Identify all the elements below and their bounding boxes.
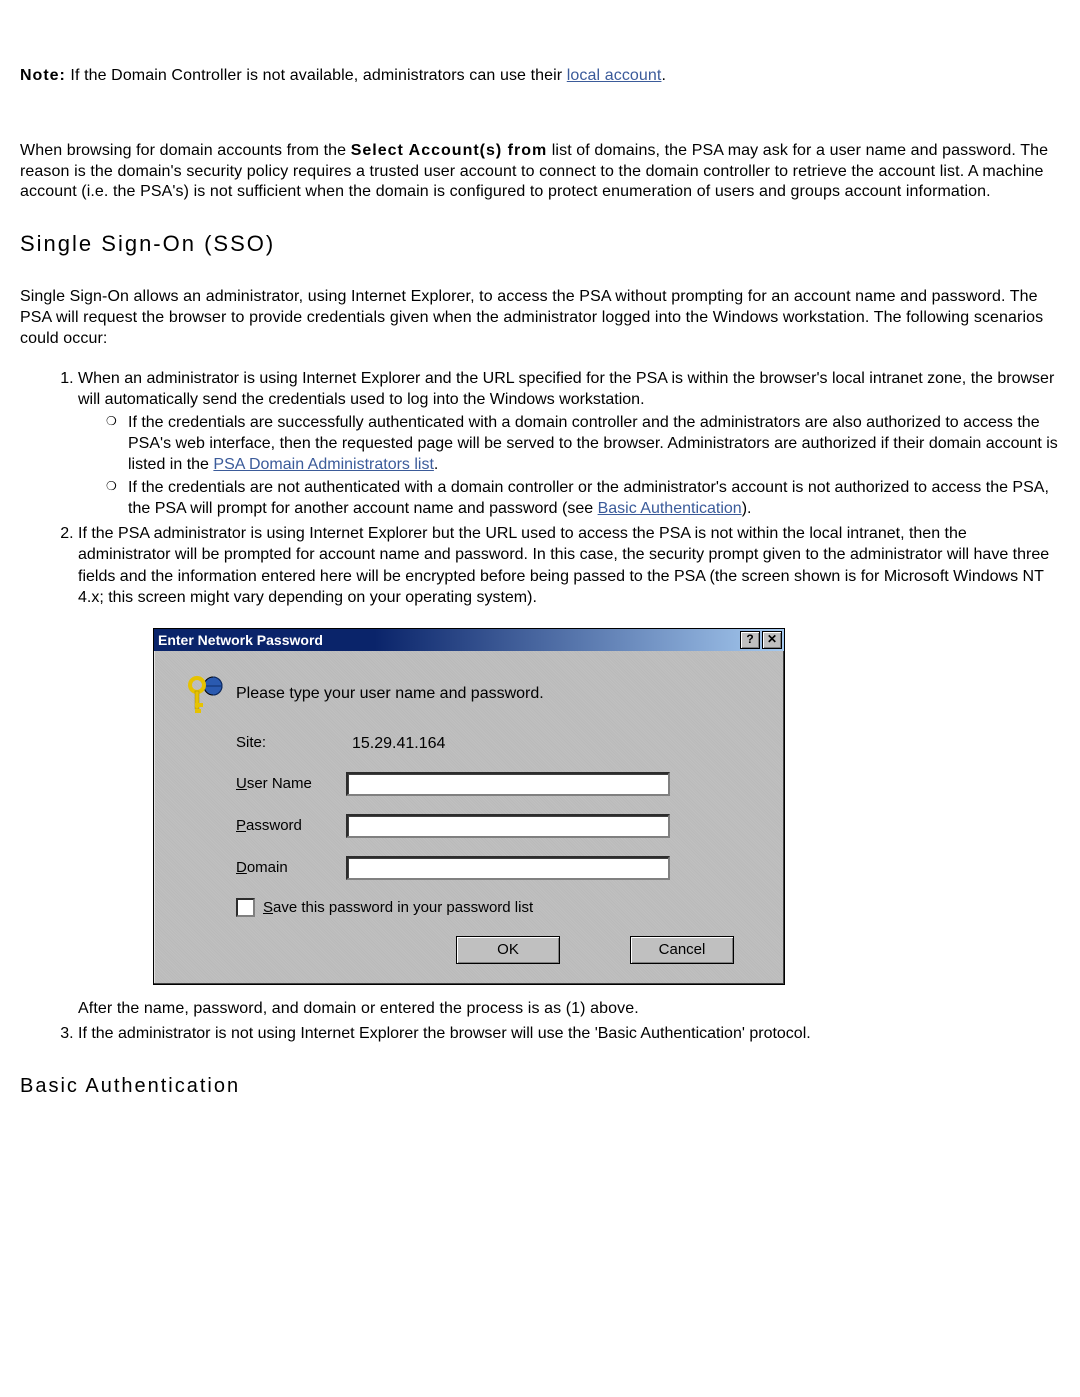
sso-heading: Single Sign-On (SSO): [20, 231, 1060, 257]
dialog-body: Please type your user name and password.…: [154, 651, 784, 984]
password-input[interactable]: [346, 814, 670, 838]
sso-li1-sublist: If the credentials are successfully auth…: [78, 412, 1060, 520]
page-root: Note: If the Domain Controller is not av…: [0, 0, 1080, 1168]
key-icon-cell: [176, 673, 236, 715]
select-accounts-bold: Select Account(s) from: [351, 142, 548, 159]
dialog-title: Enter Network Password: [158, 631, 740, 649]
sso-li2-text: If the PSA administrator is using Intern…: [78, 525, 1049, 605]
close-button[interactable]: ✕: [762, 631, 782, 649]
close-icon: ✕: [767, 632, 777, 648]
help-button[interactable]: ?: [740, 631, 760, 649]
sso-scenarios-list: When an administrator is using Internet …: [20, 368, 1060, 1045]
dialog-button-row: OK Cancel: [176, 936, 762, 964]
dialog-titlebar: Enter Network Password ? ✕: [154, 629, 784, 651]
ok-button[interactable]: OK: [456, 936, 560, 964]
sso-li1b-t1: If the credentials are not authenticated…: [128, 479, 1049, 517]
note-paragraph: Note: If the Domain Controller is not av…: [20, 66, 1060, 87]
site-label: Site:: [176, 733, 346, 753]
save-password-checkbox[interactable]: [236, 898, 255, 917]
sso-intro: Single Sign-On allows an administrator, …: [20, 287, 1060, 349]
basic-auth-link[interactable]: Basic Authentication: [598, 500, 742, 517]
basic-auth-heading: Basic Authentication: [20, 1075, 1060, 1098]
sso-li3: If the administrator is not using Intern…: [78, 1023, 1060, 1044]
user-name-label: User Name: [176, 774, 346, 794]
browsing-paragraph: When browsing for domain accounts from t…: [20, 141, 1060, 203]
save-password-row: Save this password in your password list: [176, 898, 762, 918]
sso-li1-text: When an administrator is using Internet …: [78, 370, 1054, 408]
psa-domain-admins-link[interactable]: PSA Domain Administrators list: [213, 456, 434, 473]
domain-input[interactable]: [346, 856, 670, 880]
sso-li2: If the PSA administrator is using Intern…: [78, 523, 1060, 1019]
save-password-label: Save this password in your password list: [263, 898, 533, 918]
site-value: 15.29.41.164: [346, 733, 762, 754]
sso-li1: When an administrator is using Internet …: [78, 368, 1060, 520]
sso-li1b-t2: ).: [742, 500, 752, 517]
dialog-message: Please type your user name and password.: [236, 683, 544, 704]
note-label: Note:: [20, 67, 66, 84]
after-dialog-text: After the name, password, and domain or …: [78, 999, 1060, 1020]
cancel-button[interactable]: Cancel: [630, 936, 734, 964]
note-text-after: .: [661, 67, 666, 84]
note-text-before: If the Domain Controller is not availabl…: [66, 67, 567, 84]
password-label: Password: [176, 816, 346, 836]
sso-li1a-t2: .: [434, 456, 438, 473]
browsing-t1: When browsing for domain accounts from t…: [20, 142, 351, 159]
key-globe-icon: [185, 673, 227, 715]
local-account-link[interactable]: local account: [567, 67, 662, 84]
sso-li1a: If the credentials are successfully auth…: [128, 412, 1060, 475]
network-password-dialog: Enter Network Password ? ✕: [153, 628, 785, 985]
domain-label: Domain: [176, 858, 346, 878]
help-icon: ?: [746, 632, 753, 648]
sso-li1b: If the credentials are not authenticated…: [128, 477, 1060, 519]
sso-li3-text: If the administrator is not using Intern…: [78, 1025, 811, 1042]
user-name-input[interactable]: [346, 772, 670, 796]
